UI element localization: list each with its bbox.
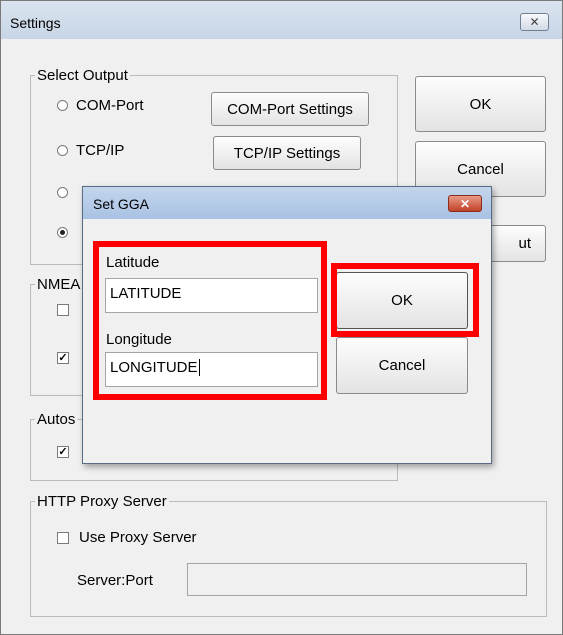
server-port-input[interactable] xyxy=(187,563,527,596)
radio-option-3[interactable] xyxy=(57,187,68,198)
use-proxy-label: Use Proxy Server xyxy=(79,529,197,546)
close-icon: ✕ xyxy=(529,15,540,29)
latitude-label: Latitude xyxy=(106,254,160,271)
longitude-value: LONGITUDE xyxy=(110,359,198,376)
radio-tcp-ip-label: TCP/IP xyxy=(76,142,125,159)
radio-option-4-indicator xyxy=(57,227,68,238)
autos-checkbox-box: ✓ xyxy=(57,446,69,458)
ok-button-label: OK xyxy=(469,95,492,113)
use-proxy-checkbox-box xyxy=(57,531,69,544)
http-proxy-legend: HTTP Proxy Server xyxy=(37,493,167,510)
partial-button-label: ut xyxy=(518,235,531,252)
nmea-checkbox-2-box: ✓ xyxy=(57,352,69,364)
server-port-label: Server:Port xyxy=(77,572,153,589)
set-gga-cancel-label: Cancel xyxy=(378,357,426,374)
use-proxy-checkbox[interactable]: Use Proxy Server xyxy=(57,529,197,546)
set-gga-dialog: Set GGA ✕ Latitude LATITUDE Longitude LO… xyxy=(82,186,492,464)
window-title: Settings xyxy=(10,15,61,31)
set-gga-cancel-button[interactable]: Cancel xyxy=(336,337,468,394)
tcp-ip-settings-button[interactable]: TCP/IP Settings xyxy=(213,136,361,170)
latitude-value: LATITUDE xyxy=(110,285,182,302)
nmea-checkbox-1[interactable] xyxy=(57,304,69,316)
close-icon: ✕ xyxy=(459,197,471,211)
text-cursor xyxy=(198,359,200,376)
nmea-checkbox-2[interactable]: ✓ xyxy=(57,352,69,364)
set-gga-ok-label: OK xyxy=(391,292,413,309)
latitude-input[interactable]: LATITUDE xyxy=(105,278,318,313)
radio-com-port-indicator xyxy=(57,100,68,111)
set-gga-close-button[interactable]: ✕ xyxy=(448,195,482,212)
radio-tcp-ip-indicator xyxy=(57,145,68,156)
cancel-button-label: Cancel xyxy=(457,160,504,178)
select-output-legend: Select Output xyxy=(37,67,128,84)
autos-legend: Autos xyxy=(37,411,76,428)
radio-option-4[interactable] xyxy=(57,227,68,238)
set-gga-title-bar[interactable]: Set GGA ✕ xyxy=(83,187,491,219)
nmea-checkbox-1-box xyxy=(57,304,69,316)
radio-com-port[interactable]: COM-Port xyxy=(57,97,144,114)
nmea-legend: NMEA xyxy=(37,276,81,293)
settings-window: Settings ✕ Select Output COM-Port TCP/IP… xyxy=(0,0,563,635)
com-port-settings-button[interactable]: COM-Port Settings xyxy=(211,92,369,126)
title-bar[interactable]: Settings ✕ xyxy=(1,1,562,39)
radio-com-port-label: COM-Port xyxy=(76,97,144,114)
set-gga-ok-button[interactable]: OK xyxy=(336,272,468,329)
longitude-input[interactable]: LONGITUDE xyxy=(105,352,318,387)
tcp-ip-settings-label: TCP/IP Settings xyxy=(233,144,341,162)
autos-checkbox[interactable]: ✓ xyxy=(57,446,69,458)
http-proxy-group: HTTP Proxy Server xyxy=(30,493,547,617)
window-close-button[interactable]: ✕ xyxy=(520,13,549,31)
longitude-label: Longitude xyxy=(106,331,172,348)
set-gga-title: Set GGA xyxy=(93,196,150,212)
radio-option-3-indicator xyxy=(57,187,68,198)
radio-tcp-ip[interactable]: TCP/IP xyxy=(57,142,124,159)
ok-button[interactable]: OK xyxy=(415,76,546,132)
com-port-settings-label: COM-Port Settings xyxy=(227,100,353,118)
